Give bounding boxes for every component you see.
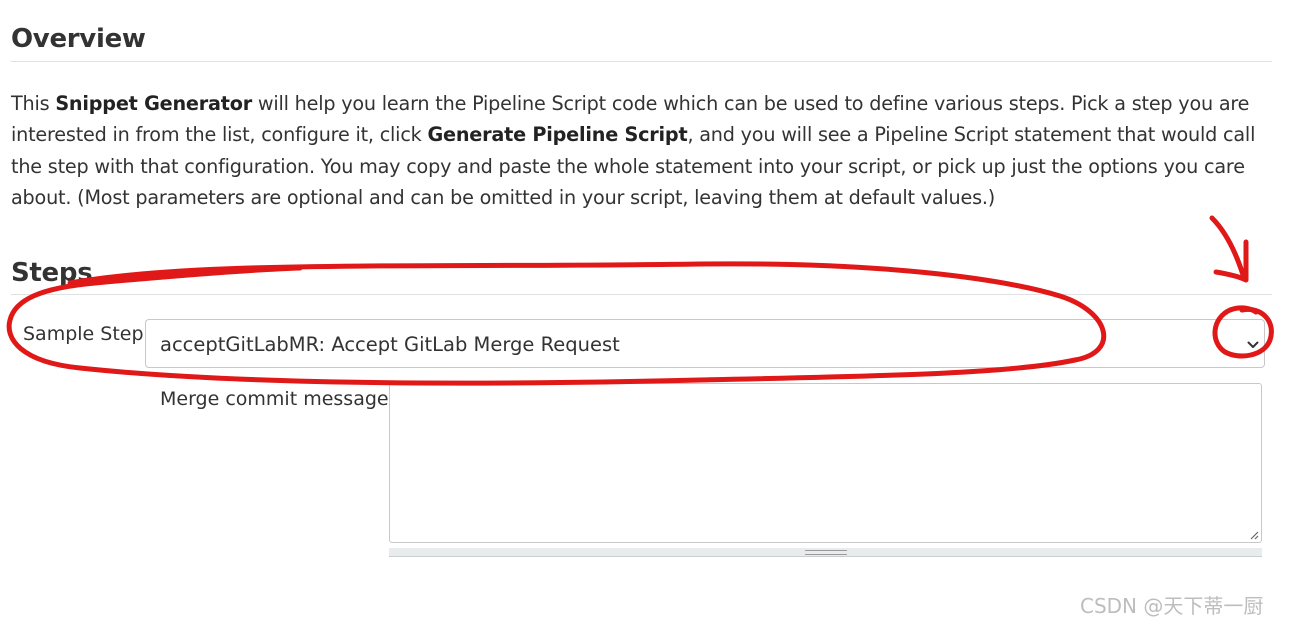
csdn-watermark: CSDN @天下蒂一厨 [1080, 594, 1264, 618]
merge-commit-message-textarea[interactable] [389, 383, 1262, 543]
chevron-down-icon[interactable] [1247, 341, 1259, 349]
sample-step-selected-value: acceptGitLabMR: Accept GitLab Merge Requ… [160, 333, 620, 356]
drag-handle-icon[interactable] [805, 550, 847, 555]
overview-divider [11, 61, 1272, 62]
steps-heading: Steps [11, 258, 93, 288]
overview-heading: Overview [11, 24, 146, 54]
steps-divider [11, 294, 1272, 295]
sample-step-select[interactable]: acceptGitLabMR: Accept GitLab Merge Requ… [145, 319, 1265, 368]
snippet-generator-term: Snippet Generator [55, 92, 252, 115]
annotation-arrow [1209, 215, 1249, 283]
resize-grip-icon[interactable] [1249, 530, 1259, 540]
sample-step-label: Sample Step [23, 323, 144, 345]
merge-commit-message-label: Merge commit message [160, 388, 389, 410]
overview-description: This Snippet Generator will help you lea… [11, 88, 1273, 213]
intro-text-1: This [11, 92, 56, 115]
generate-pipeline-script-term: Generate Pipeline Script [427, 123, 688, 147]
